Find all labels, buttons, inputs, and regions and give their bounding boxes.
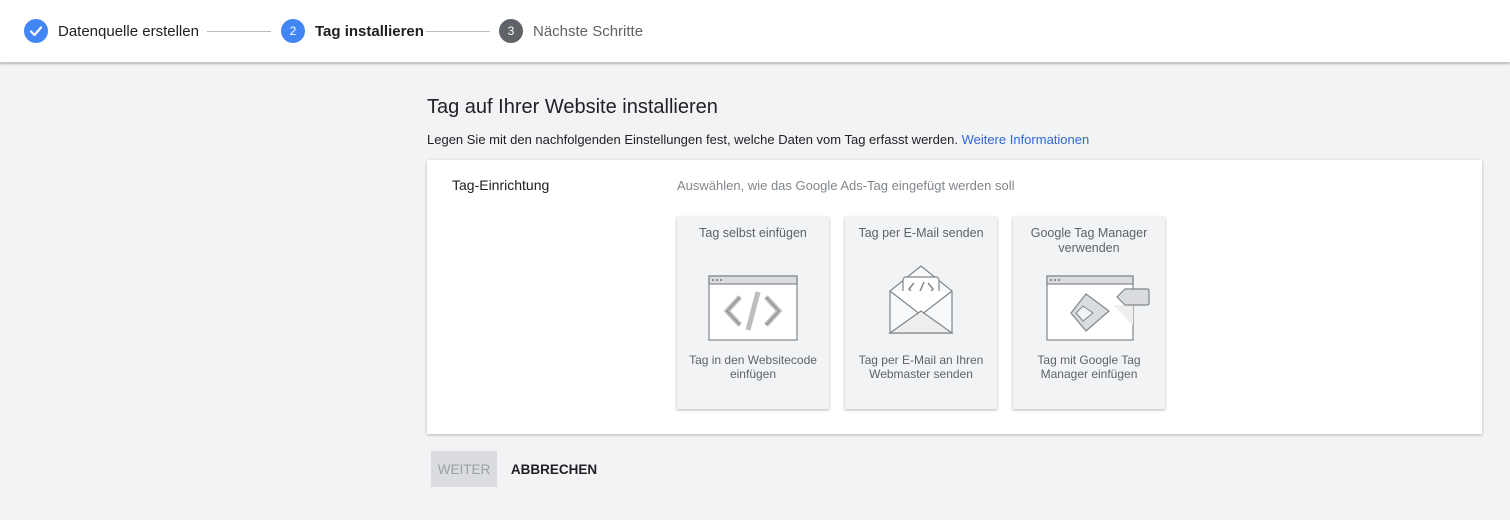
option-google-tag-manager[interactable]: Google Tag Manager verwenden Tag mit Goo… <box>1013 217 1165 409</box>
email-code-icon <box>888 265 954 334</box>
cancel-button[interactable]: ABBRECHEN <box>505 451 603 487</box>
stepper-header: Datenquelle erstellen 2 Tag installieren… <box>0 0 1510 63</box>
option-tag-per-email[interactable]: Tag per E-Mail senden Tag per E-Mail an … <box>845 217 997 409</box>
option-title: Google Tag Manager verwenden <box>1030 226 1148 255</box>
step-connector <box>426 31 490 32</box>
page-subtitle: Legen Sie mit den nachfolgenden Einstell… <box>427 132 1089 147</box>
step-tag-installieren[interactable]: 2 Tag installieren <box>281 18 424 44</box>
step-connector <box>207 31 271 32</box>
section-hint: Auswählen, wie das Google Ads-Tag eingef… <box>677 178 1015 193</box>
step-label: Datenquelle erstellen <box>58 22 199 40</box>
step-label: Tag installieren <box>315 22 424 40</box>
option-description: Tag per E-Mail an Ihren Webmaster senden <box>858 353 984 381</box>
option-title: Tag per E-Mail senden <box>858 226 984 240</box>
option-description: Tag in den Websitecode einfügen <box>689 353 817 381</box>
step-number-badge: 2 <box>281 19 305 43</box>
tag-manager-icon <box>1046 275 1150 341</box>
section-label: Tag-Einrichtung <box>452 177 550 193</box>
tag-setup-card: Tag-Einrichtung Auswählen, wie das Googl… <box>427 160 1482 434</box>
option-description: Tag mit Google Tag Manager einfügen <box>1037 353 1141 381</box>
step-number-badge: 3 <box>499 19 523 43</box>
subtitle-text: Legen Sie mit den nachfolgenden Einstell… <box>427 132 958 147</box>
code-window-icon <box>708 275 798 341</box>
step-naechste-schritte[interactable]: 3 Nächste Schritte <box>499 18 643 44</box>
next-button[interactable]: WEITER <box>431 451 497 487</box>
page-title: Tag auf Ihrer Website installieren <box>427 96 718 118</box>
option-tag-selbst-einfuegen[interactable]: Tag selbst einfügen Tag in den Websiteco… <box>677 217 829 409</box>
more-info-link[interactable]: Weitere Informationen <box>962 132 1090 147</box>
step-label: Nächste Schritte <box>533 22 644 40</box>
step-datenquelle-erstellen[interactable]: Datenquelle erstellen <box>24 18 199 44</box>
option-title: Tag selbst einfügen <box>699 226 807 240</box>
checkmark-icon <box>24 19 48 43</box>
